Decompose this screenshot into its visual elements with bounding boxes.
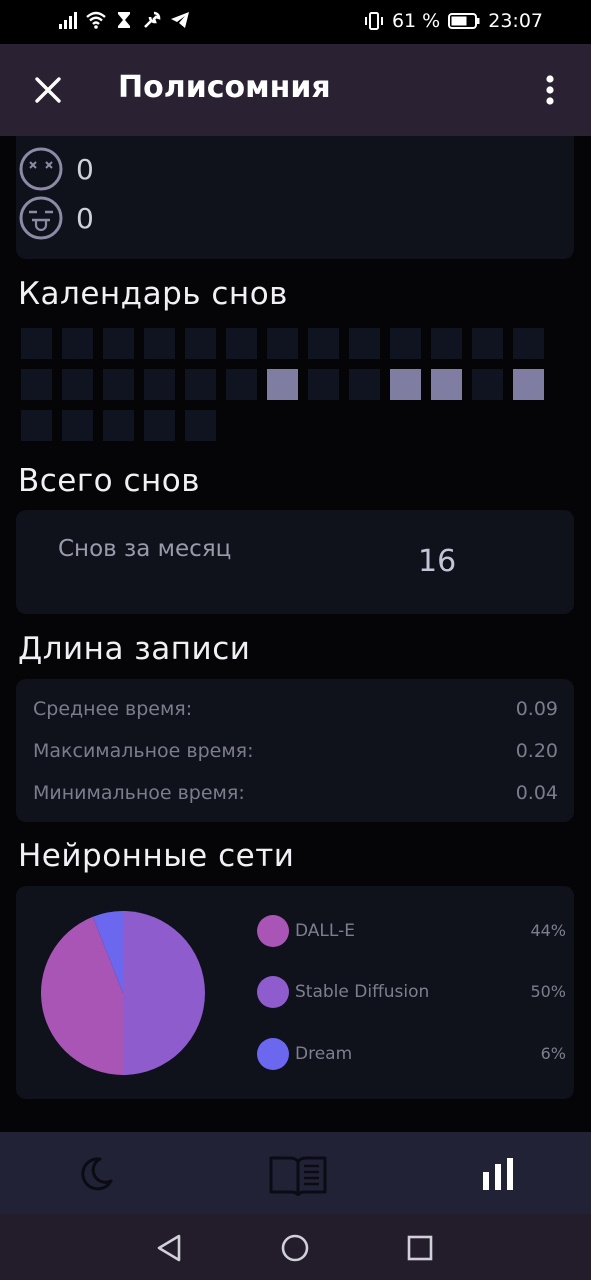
calendar-day <box>472 328 503 359</box>
battery-icon <box>448 13 480 29</box>
nav-dreams-button[interactable] <box>64 1146 128 1202</box>
calendar-day <box>144 369 175 400</box>
total-card <box>16 510 574 614</box>
calendar-day <box>308 369 339 400</box>
calendar-day <box>185 369 216 400</box>
vibrate-icon <box>364 12 383 30</box>
wifi-icon <box>86 11 106 29</box>
stat-value: 0.04 <box>515 782 558 804</box>
stat-label: Минимальное время: <box>33 782 245 804</box>
home-circle-icon[interactable] <box>275 1228 315 1268</box>
legend-item-dalle: DALL-E 44% <box>257 915 566 949</box>
telegram-icon <box>171 12 189 28</box>
calendar-day <box>431 369 462 400</box>
calendar-day <box>349 369 380 400</box>
dizzy-face-icon <box>19 147 63 191</box>
calendar-day <box>21 328 52 359</box>
close-icon[interactable] <box>28 70 68 110</box>
legend-percent: 6% <box>540 1044 566 1063</box>
calendar-day <box>267 369 298 400</box>
battery-percent: 61 % <box>391 10 441 32</box>
calendar-day <box>390 328 421 359</box>
networks-pie-chart <box>41 911 205 1075</box>
legend-dot <box>257 976 289 1008</box>
calendar-day <box>144 410 175 441</box>
calendar-day <box>103 410 134 441</box>
calendar-day <box>513 328 544 359</box>
calendar-day <box>103 328 134 359</box>
bottom-navigation <box>0 1132 591 1214</box>
calendar-day <box>103 369 134 400</box>
legend-dot <box>257 915 289 947</box>
calendar-day <box>226 369 257 400</box>
legend-item-stable-diffusion: Stable Diffusion 50% <box>257 976 566 1010</box>
monthly-dreams-label: Снов за месяц <box>58 536 232 562</box>
app-bar: Полисомния <box>0 44 591 136</box>
tongue-face-icon <box>19 196 63 240</box>
clock: 23:07 <box>488 10 543 32</box>
calendar-day <box>62 328 93 359</box>
hourglass-icon <box>118 12 130 28</box>
system-navigation-bar <box>0 1214 591 1280</box>
statistics-content[interactable]: 0 0 Календарь снов Всего снов Снов за ме… <box>0 136 591 1132</box>
partial-face-icon <box>33 136 79 142</box>
legend-item-dream: Dream 6% <box>257 1038 566 1072</box>
legend-dot <box>257 1038 289 1070</box>
nav-journal-button[interactable] <box>266 1146 330 1202</box>
stat-row-maximum: Максимальное время: 0.20 <box>33 740 558 762</box>
calendar-day <box>308 328 339 359</box>
emotion-row: 0 <box>18 195 94 241</box>
pie-slice-stable-diffusion <box>123 911 205 1075</box>
stat-value: 0.20 <box>515 740 558 762</box>
dream-calendar <box>21 328 544 441</box>
calendar-day <box>513 369 544 400</box>
back-triangle-icon[interactable] <box>150 1228 190 1268</box>
tool-icon <box>144 11 161 28</box>
nav-statistics-button[interactable] <box>466 1146 530 1202</box>
emotion-count: 0 <box>76 201 94 235</box>
calendar-day <box>185 410 216 441</box>
legend-name: Stable Diffusion <box>295 982 430 1002</box>
record-length-heading: Длина записи <box>18 631 251 667</box>
total-heading: Всего снов <box>18 463 201 499</box>
signal-icon <box>59 12 77 29</box>
calendar-day <box>390 369 421 400</box>
status-right-icons: 61 % 23:07 <box>364 10 543 32</box>
calendar-day <box>62 410 93 441</box>
stat-label: Максимальное время: <box>33 740 254 762</box>
page-title: Полисомния <box>118 70 331 105</box>
moon-icon <box>81 1157 113 1191</box>
stat-value: 0.09 <box>515 698 558 720</box>
stat-row-average: Среднее время: 0.09 <box>33 698 558 720</box>
book-icon <box>269 1156 327 1196</box>
calendar-day <box>472 369 503 400</box>
bar-chart-icon <box>483 1158 513 1190</box>
calendar-day <box>431 328 462 359</box>
calendar-heading: Календарь снов <box>18 276 288 312</box>
recents-square-icon[interactable] <box>400 1228 440 1268</box>
calendar-day <box>62 369 93 400</box>
networks-heading: Нейронные сети <box>18 838 295 874</box>
calendar-day <box>267 328 298 359</box>
monthly-dreams-value: 16 <box>418 544 457 579</box>
calendar-day <box>21 410 52 441</box>
legend-percent: 44% <box>530 921 566 940</box>
more-vertical-icon[interactable] <box>530 70 570 110</box>
calendar-day <box>144 328 175 359</box>
calendar-day <box>21 369 52 400</box>
legend-name: Dream <box>295 1044 353 1064</box>
calendar-day <box>185 328 216 359</box>
stat-label: Среднее время: <box>33 698 193 720</box>
calendar-day <box>226 328 257 359</box>
emotions-card <box>16 136 574 259</box>
emotion-row: 0 <box>18 146 94 192</box>
stat-row-minimum: Минимальное время: 0.04 <box>33 782 558 804</box>
status-left-icons <box>58 10 190 30</box>
legend-name: DALL-E <box>295 921 355 941</box>
status-bar: 61 % 23:07 <box>0 0 591 44</box>
calendar-day <box>349 328 380 359</box>
emotion-count: 0 <box>76 152 94 186</box>
legend-percent: 50% <box>530 982 566 1001</box>
